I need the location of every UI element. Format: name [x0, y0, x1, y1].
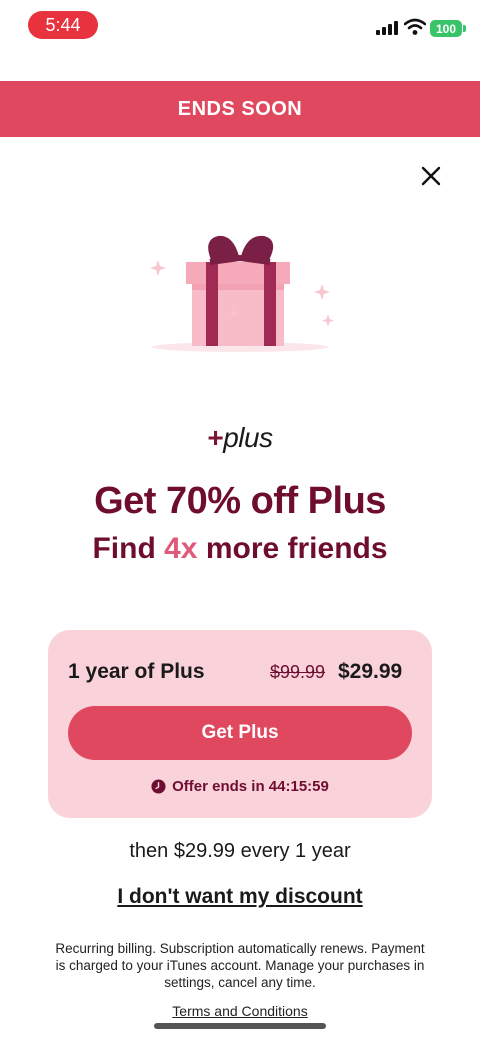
decline-discount-link[interactable]: I don't want my discount — [0, 885, 480, 909]
status-bar: 5:44 100 — [0, 0, 480, 56]
discounted-price: $29.99 — [338, 660, 403, 683]
gift-icon — [150, 235, 334, 352]
signal-icon — [376, 21, 398, 35]
terms-link[interactable]: Terms and Conditions — [0, 1003, 480, 1019]
renewal-text: then $29.99 every 1 year — [129, 840, 351, 862]
offer-headline: Get 70% off Plus — [94, 480, 386, 522]
timer-label: Offer ends in 44:15:59 — [172, 778, 329, 795]
close-icon[interactable] — [416, 161, 446, 191]
brand-logo: +plus — [207, 422, 273, 453]
wifi-icon — [404, 18, 426, 35]
get-plus-button[interactable]: Get Plus — [68, 706, 412, 760]
clock-icon — [151, 779, 166, 794]
home-indicator[interactable] — [154, 1023, 326, 1029]
original-price: $99.99 — [270, 662, 326, 682]
status-time[interactable]: 5:44 — [28, 11, 98, 39]
legal-text: Recurring billing. Subscription automati… — [55, 941, 425, 990]
offer-timer: Offer ends in 44:15:59 — [48, 778, 432, 795]
highlight-text: 4x — [164, 532, 198, 565]
ends-soon-banner: ENDS SOON — [0, 81, 480, 137]
offer-subhead: Find 4x more friends — [92, 532, 388, 565]
battery-icon: 100 — [430, 20, 466, 37]
plan-name: 1 year of Plus — [68, 660, 205, 683]
offer-card: 1 year of Plus $99.99 $29.99 Get Plus Of… — [48, 630, 432, 818]
